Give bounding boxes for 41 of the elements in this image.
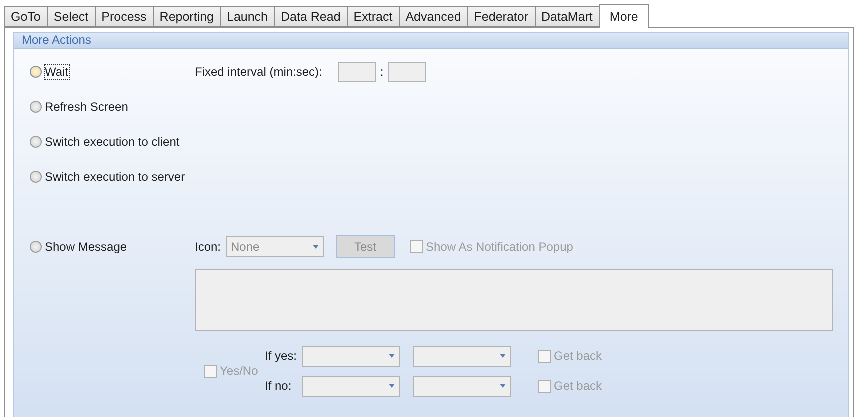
dropdown[interactable]	[413, 346, 511, 366]
tab[interactable]: DataMart	[534, 6, 599, 27]
tab[interactable]: Federator	[467, 6, 534, 27]
dropdown[interactable]	[413, 376, 511, 396]
radio-label[interactable]: Wait	[45, 64, 69, 78]
tab[interactable]: Advanced	[398, 6, 468, 27]
caret-icon	[500, 354, 506, 358]
checkbox[interactable]	[538, 380, 551, 392]
tab[interactable]: Reporting	[152, 6, 220, 27]
minutes-field[interactable]	[338, 62, 376, 82]
radio-button[interactable]	[30, 170, 42, 182]
caret-icon	[389, 384, 395, 388]
tab[interactable]: Data Read	[274, 6, 347, 27]
branch-label: If no:	[265, 379, 293, 393]
icon-label: Icon:	[195, 240, 222, 254]
caret-icon	[313, 244, 320, 248]
checkbox[interactable]	[538, 350, 551, 362]
separator: :	[380, 64, 384, 78]
branch-label: If yes:	[265, 349, 298, 363]
tab[interactable]: Process	[94, 6, 153, 27]
tab[interactable]: Extract	[346, 6, 399, 27]
tab[interactable]: Launch	[220, 6, 274, 27]
dropdown[interactable]	[302, 376, 400, 396]
seconds-field[interactable]	[388, 62, 426, 82]
radio-button[interactable]	[30, 100, 42, 112]
checkbox[interactable]	[204, 364, 217, 378]
tab[interactable]: Select	[46, 6, 95, 27]
radio-button[interactable]	[30, 66, 42, 78]
caret-icon	[500, 384, 506, 388]
radio-label[interactable]: Switch execution to client	[45, 134, 180, 148]
radio-button[interactable]	[30, 136, 42, 148]
radio-button[interactable]	[30, 240, 42, 252]
radio-label[interactable]: Refresh Screen	[45, 100, 128, 114]
radio-label[interactable]: Show Message	[45, 240, 128, 254]
caret-icon	[389, 354, 395, 358]
group-title: More Actions	[14, 33, 848, 49]
dropdown[interactable]	[302, 346, 400, 366]
tab[interactable]: GoTo	[4, 6, 47, 27]
radio-label[interactable]: Switch execution to server	[45, 170, 186, 184]
interval-label: Fixed interval (min:sec):	[195, 64, 322, 78]
tab[interactable]: More	[598, 4, 650, 28]
